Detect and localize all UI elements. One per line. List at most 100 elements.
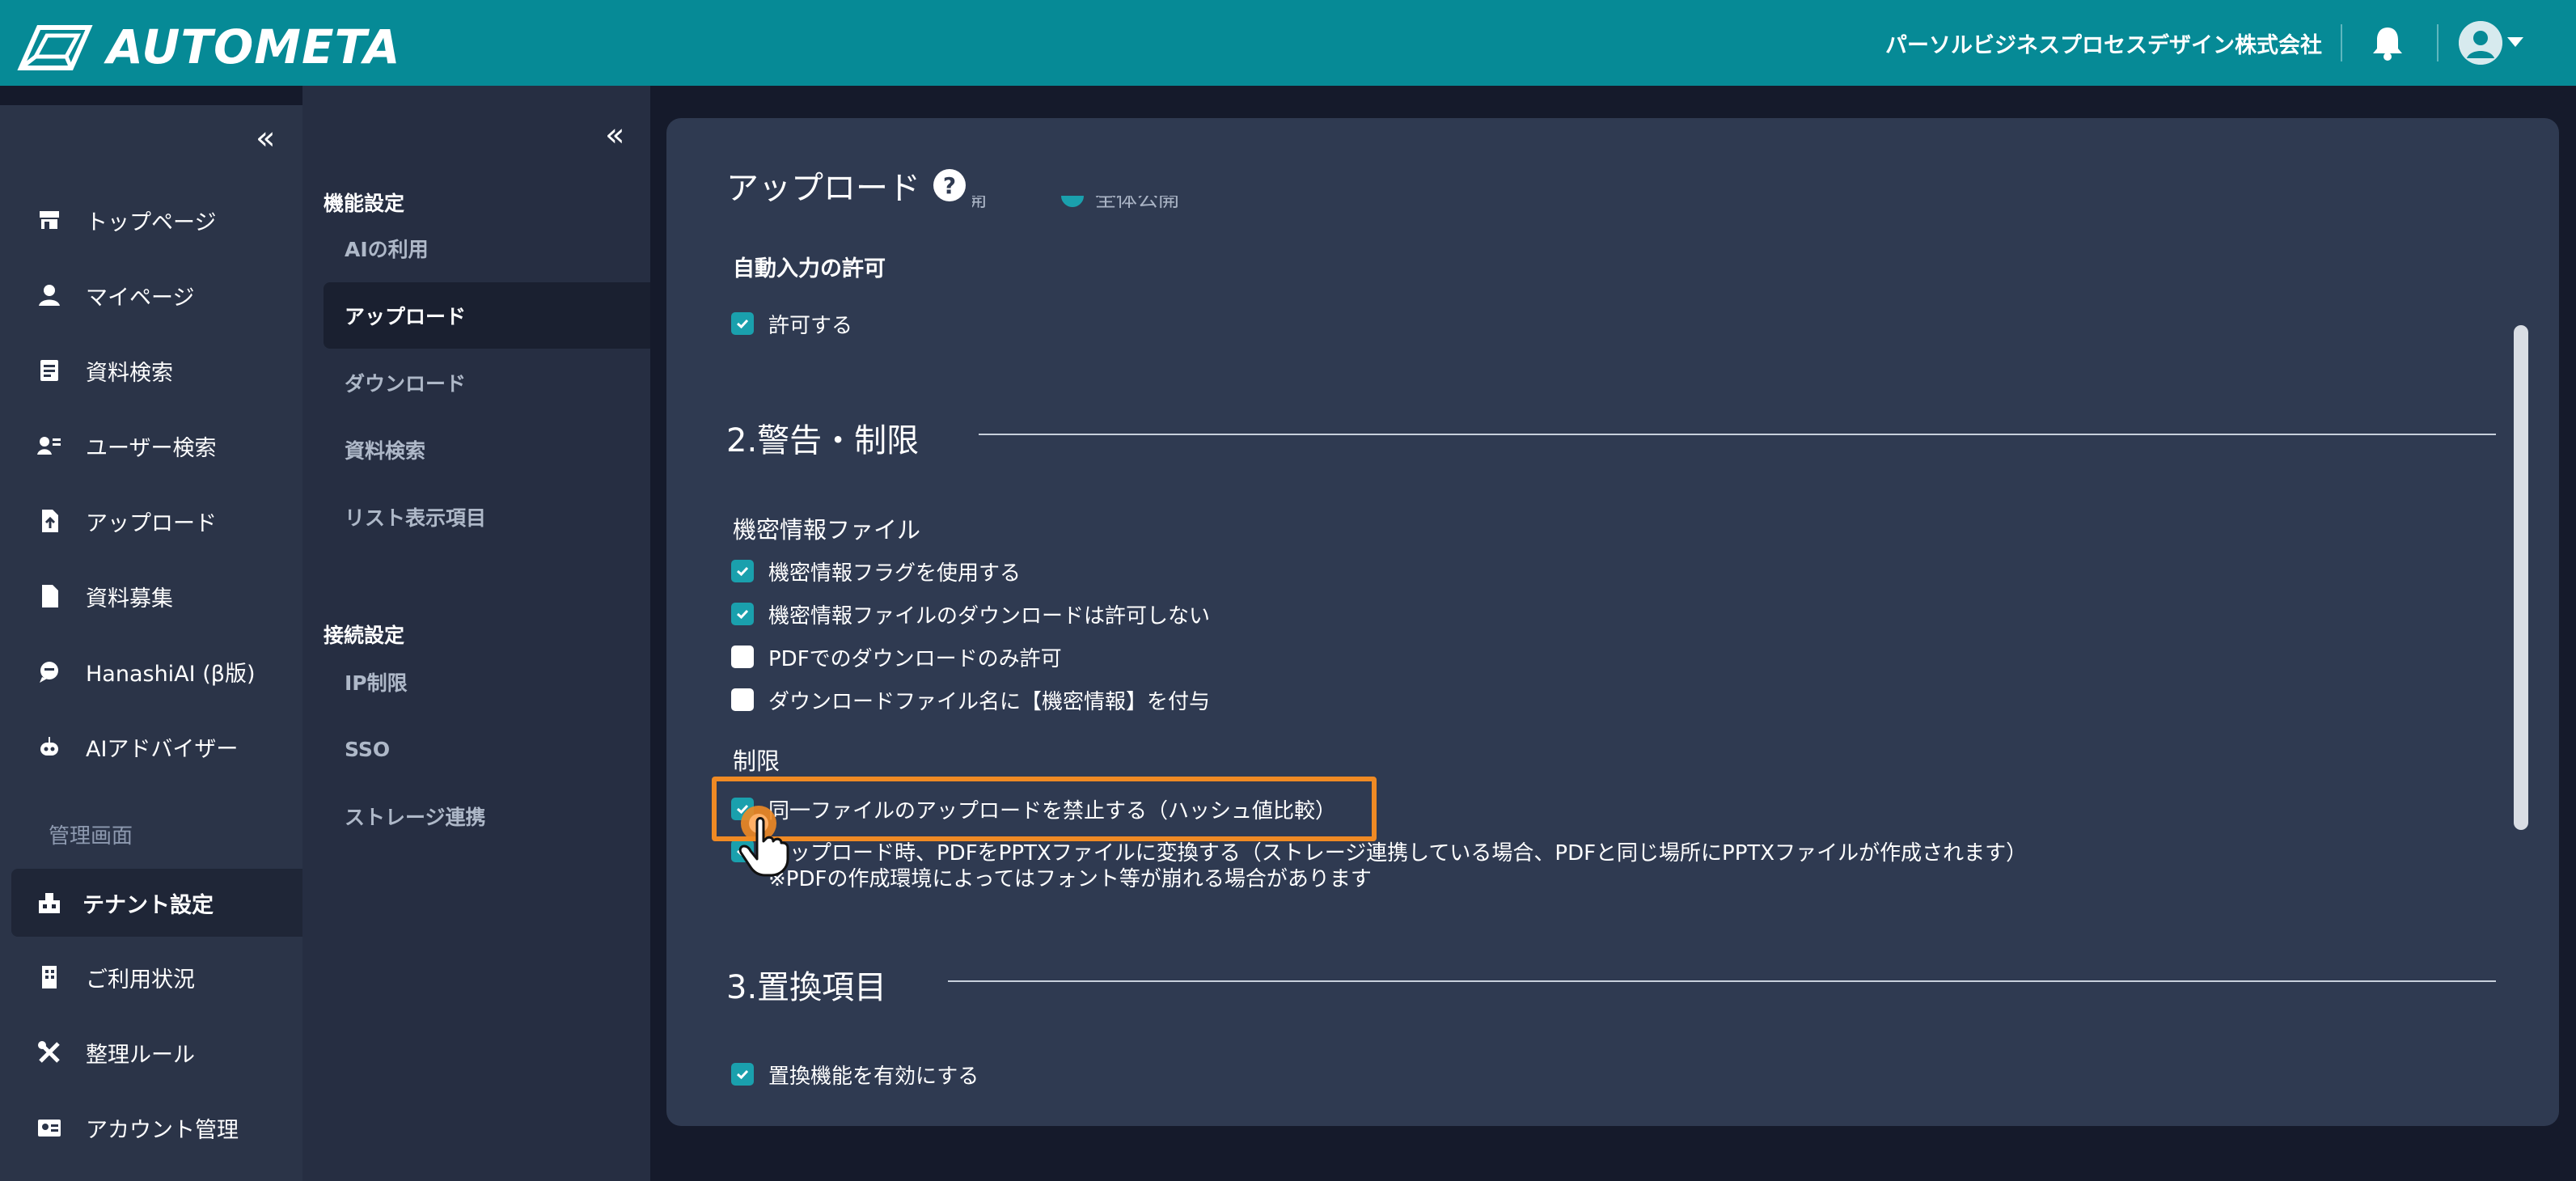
check-icon (737, 319, 749, 329)
company-name: パーソルビジネスプロセスデザイン株式会社 (1885, 33, 2322, 58)
file-upload-icon (42, 510, 58, 532)
collapse-subnav-button[interactable]: « (605, 116, 624, 154)
subnav-item-list-columns[interactable]: リスト表示項目 (324, 484, 650, 550)
section-heading-warnings: 2.警告・制限 (726, 422, 920, 459)
sidebar-item-label: マイページ (86, 285, 195, 311)
tenant-icon (39, 893, 60, 913)
settings-panel: 非公開 条件公開 全体公開 アップロード ? 自動入力の許可 許可する 2.警告… (666, 118, 2559, 1126)
app-header: AUTOMETA パーソルビジネスプロセスデザイン株式会社 (0, 0, 2576, 86)
checkbox[interactable] (731, 688, 754, 711)
checkbox[interactable] (731, 603, 754, 625)
subnav-item-label: ダウンロード (345, 372, 467, 396)
subnav-item-label: IP制限 (345, 671, 408, 695)
brand-name: AUTOMETA (107, 19, 401, 74)
sidebar-item-label: アップロード (86, 510, 217, 536)
building-icon (42, 966, 57, 988)
header-divider (2437, 24, 2439, 61)
subnav-item-label: SSO (345, 737, 391, 761)
sidebar-item-document-search[interactable]: 資料検索 (0, 337, 302, 404)
logo[interactable]: AUTOMETA (16, 19, 401, 74)
sidebar-item-top[interactable]: トップページ (0, 186, 302, 254)
settings-subnav: « 機能設定 AIの利用 アップロード ダウンロード 資料検索 リスト表示項目 … (302, 86, 650, 1181)
subnav-item-label: 資料検索 (345, 439, 426, 463)
id-card-icon (38, 1120, 61, 1137)
sidebar-item-mypage[interactable]: マイページ (0, 261, 302, 329)
checkbox[interactable] (731, 560, 754, 582)
sidebar-item-ai-advisor[interactable]: AIアドバイザー (0, 713, 302, 781)
checkbox-label: ダウンロードファイル名に【機密情報】を付与 (768, 689, 1211, 714)
sidebar-item-rules[interactable]: 整理ルール (0, 1018, 302, 1086)
auto-input-heading: 自動入力の許可 (733, 256, 886, 281)
page-title: アップロード ? (726, 162, 972, 209)
subnav-group-title: 接続設定 (324, 624, 405, 647)
bell-icon[interactable] (2370, 24, 2405, 61)
sidebar-item-user-search[interactable]: ユーザー検索 (0, 412, 302, 480)
scrollbar-thumb[interactable] (2514, 325, 2528, 830)
confidential-option-4[interactable]: ダウンロードファイル名に【機密情報】を付与 (731, 685, 1210, 714)
subnav-group-title: 機能設定 (324, 192, 405, 215)
replace-enable-option[interactable]: 置換機能を有効にする (731, 1060, 979, 1089)
checkbox-label: 機密情報ファイルのダウンロードは許可しない (768, 603, 1211, 629)
checkbox-label: PDFでのダウンロードのみ許可 (768, 646, 1062, 671)
file-icon (42, 585, 58, 607)
subnav-item-ai[interactable]: AIの利用 (324, 215, 650, 281)
subnav-item-download[interactable]: ダウンロード (324, 349, 650, 416)
sidebar-item-label: 整理ルール (86, 1042, 195, 1068)
section-divider (948, 980, 2496, 982)
subnav-item-label: リスト表示項目 (345, 506, 487, 530)
autometa-logo-icon (17, 25, 93, 70)
document-search-icon (40, 360, 58, 381)
checkbox[interactable] (731, 646, 754, 668)
confidential-option-2[interactable]: 機密情報ファイルのダウンロードは許可しない (731, 599, 1210, 629)
subnav-item-label: AIの利用 (345, 238, 429, 261)
checkbox-label: 置換機能を有効にする (768, 1064, 979, 1089)
collapse-sidebar-button[interactable]: « (256, 120, 275, 157)
section-heading-replace: 3.置換項目 (726, 969, 887, 1006)
subnav-item-storage[interactable]: ストレージ連携 (324, 783, 650, 849)
user-search-icon (37, 437, 61, 455)
checkbox[interactable] (731, 1063, 754, 1086)
confidential-heading: 機密情報ファイル (733, 516, 921, 544)
person-icon (39, 285, 60, 306)
sidebar-item-label: AIアドバイザー (86, 736, 239, 762)
check-icon (737, 609, 749, 620)
sidebar-item-tenant-settings[interactable]: テナント設定 (11, 869, 302, 937)
tools-icon (38, 1041, 60, 1063)
subnav-item-upload[interactable]: アップロード (324, 282, 650, 349)
radio-label: 全体公開 (1095, 196, 1180, 212)
confidential-option-3[interactable]: PDFでのダウンロードのみ許可 (731, 642, 1062, 671)
highlight-box (712, 777, 1377, 841)
sidebar-item-label: 資料募集 (86, 586, 173, 612)
check-icon (737, 1069, 749, 1080)
page-title-text: アップロード (726, 170, 920, 207)
radio-public[interactable] (1061, 196, 1084, 207)
confidential-option-1[interactable]: 機密情報フラグを使用する (731, 557, 1021, 586)
sidebar-item-document-request[interactable]: 資料募集 (0, 562, 302, 630)
sidebar-item-hanashiai[interactable]: HanashiAI (β版) (0, 637, 302, 705)
subnav-item-ip-restriction[interactable]: IP制限 (324, 649, 650, 715)
sidebar-item-usage[interactable]: ご利用状況 (0, 943, 302, 1011)
header-divider (2341, 24, 2342, 61)
auto-input-allow-option[interactable]: 許可する (731, 309, 852, 338)
sidebar-item-label: トップページ (86, 210, 217, 235)
sidebar-item-accounts[interactable]: アカウント管理 (0, 1094, 302, 1162)
sidebar-item-label: ユーザー検索 (86, 435, 217, 461)
subnav-item-document-search[interactable]: 資料検索 (324, 417, 650, 483)
subnav-item-sso[interactable]: SSO (324, 716, 650, 782)
subnav-item-label: ストレージ連携 (345, 806, 486, 829)
robot-icon (40, 737, 58, 756)
sidebar-item-label: HanashiAI (β版) (86, 661, 256, 687)
restriction-heading: 制限 (733, 747, 780, 775)
admin-section-label: 管理画面 (49, 824, 133, 849)
checkbox-label: 機密情報フラグを使用する (768, 561, 1022, 586)
main-sidebar: « トップページ マイページ 資料検索 ユーザー検索 アップロード 資料募集 H… (0, 105, 302, 1181)
subnav-item-label: アップロード (345, 305, 467, 328)
checkbox[interactable] (731, 312, 754, 335)
check-icon (737, 566, 749, 577)
chevron-down-icon[interactable] (2507, 37, 2523, 47)
sidebar-item-label: ご利用状況 (86, 967, 195, 993)
sidebar-item-upload[interactable]: アップロード (0, 487, 302, 555)
sidebar-item-label: 資料検索 (86, 360, 173, 386)
user-avatar-icon[interactable] (2459, 21, 2502, 65)
help-icon[interactable]: ? (933, 169, 966, 201)
